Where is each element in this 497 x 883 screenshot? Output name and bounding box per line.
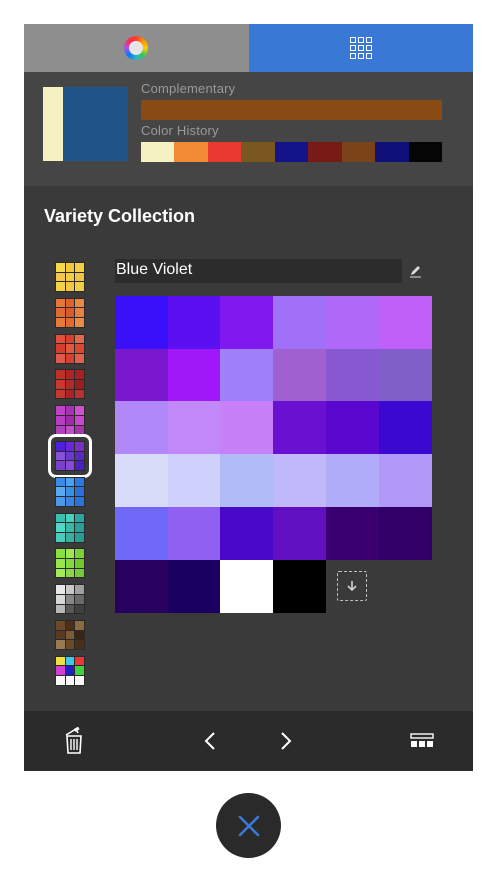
history-color-7[interactable]	[375, 142, 409, 162]
palette-swatch[interactable]	[273, 559, 327, 613]
tab-color-wheel[interactable]	[24, 24, 249, 72]
palette-swatch[interactable]	[167, 348, 221, 402]
complementary-label: Complementary	[141, 81, 236, 96]
palette-grid	[115, 296, 432, 613]
pencil-icon[interactable]	[408, 263, 424, 279]
tab-palettes[interactable]	[248, 24, 473, 72]
collection-thumb-2[interactable]	[55, 333, 85, 364]
history-color-6[interactable]	[341, 142, 376, 162]
palette-swatch[interactable]	[325, 401, 379, 455]
collection-thumb-11[interactable]	[55, 655, 85, 686]
collection-thumb-10[interactable]	[55, 620, 85, 650]
palette-swatch[interactable]	[378, 506, 432, 560]
palette-swatch[interactable]	[220, 348, 274, 402]
history-color-8[interactable]	[408, 142, 442, 162]
palette-swatch[interactable]	[325, 348, 379, 402]
close-icon	[238, 815, 259, 836]
palette-swatch[interactable]	[167, 559, 221, 613]
palette-swatch[interactable]	[378, 454, 432, 508]
history-color-3[interactable]	[241, 142, 275, 162]
history-color-2[interactable]	[207, 142, 242, 162]
palette-name: Blue Violet	[116, 261, 193, 278]
palette-swatch[interactable]	[115, 454, 168, 508]
palette-swatch[interactable]	[220, 296, 274, 349]
palette-swatch[interactable]	[220, 506, 274, 560]
history-color-5[interactable]	[308, 142, 342, 162]
palette-swatch[interactable]	[273, 348, 327, 402]
color-picker-panel: Complementary Color History Variety Coll…	[24, 24, 473, 771]
palette-swatch[interactable]	[378, 296, 432, 349]
palette-swatch[interactable]	[273, 401, 327, 455]
palette-swatch[interactable]	[167, 506, 221, 560]
palette-swatch[interactable]	[273, 454, 327, 508]
color-info-area: Complementary Color History	[24, 72, 473, 186]
palette-swatch[interactable]	[378, 401, 432, 455]
collection-title: Variety Collection	[44, 206, 196, 226]
palette-swatch[interactable]	[273, 296, 327, 349]
primary-color[interactable]	[43, 87, 63, 161]
collection-thumb-6[interactable]	[55, 476, 85, 507]
palette-swatch[interactable]	[325, 296, 379, 349]
palette-swatch[interactable]	[325, 454, 379, 508]
grid-icon	[349, 37, 372, 59]
collection-thumb-1[interactable]	[55, 297, 85, 328]
palette-swatch[interactable]	[220, 401, 274, 455]
history-color-1[interactable]	[174, 142, 208, 162]
chevron-right-icon[interactable]	[270, 725, 302, 757]
collection-thumb-9[interactable]	[55, 584, 85, 615]
palette-swatch[interactable]	[115, 401, 168, 455]
picker-tabs	[24, 24, 473, 72]
collection-thumb-7[interactable]	[55, 512, 85, 543]
palette-swatch[interactable]	[378, 348, 432, 402]
collection-thumb-5[interactable]	[48, 434, 92, 478]
close-button[interactable]	[216, 793, 281, 858]
chevron-left-icon[interactable]	[194, 725, 226, 757]
palette-swatch[interactable]	[115, 559, 168, 613]
save-to-palette-icon[interactable]	[336, 570, 367, 601]
secondary-color[interactable]	[63, 87, 128, 161]
current-color-swatch[interactable]	[43, 87, 128, 161]
palette-swatch[interactable]	[115, 348, 168, 402]
bottom-toolbar	[24, 711, 473, 771]
palette-swatch[interactable]	[220, 559, 274, 613]
color-wheel-icon	[124, 36, 149, 60]
collection-thumb-8[interactable]	[55, 548, 85, 579]
palette-strip-icon[interactable]	[406, 725, 438, 757]
palette-swatch[interactable]	[325, 506, 379, 560]
palette-swatch[interactable]	[220, 454, 274, 508]
palette-swatch[interactable]	[273, 506, 327, 560]
collection-thumb-3[interactable]	[55, 369, 85, 400]
palette-swatch[interactable]	[167, 401, 221, 455]
palette-swatch[interactable]	[115, 296, 168, 349]
palette-name-field[interactable]: Blue Violet	[115, 259, 402, 283]
complementary-color-bar[interactable]	[141, 100, 442, 120]
palette-swatch[interactable]	[167, 454, 221, 508]
color-history-strip	[141, 142, 442, 162]
history-color-4[interactable]	[274, 142, 309, 162]
palette-swatch[interactable]	[115, 506, 168, 560]
history-color-0[interactable]	[141, 142, 175, 162]
trash-icon[interactable]	[58, 725, 90, 757]
collection-thumb-0[interactable]	[55, 262, 85, 292]
collection-thumb-4[interactable]	[55, 405, 85, 436]
palette-swatch[interactable]	[167, 296, 221, 349]
color-history-label: Color History	[141, 123, 219, 138]
